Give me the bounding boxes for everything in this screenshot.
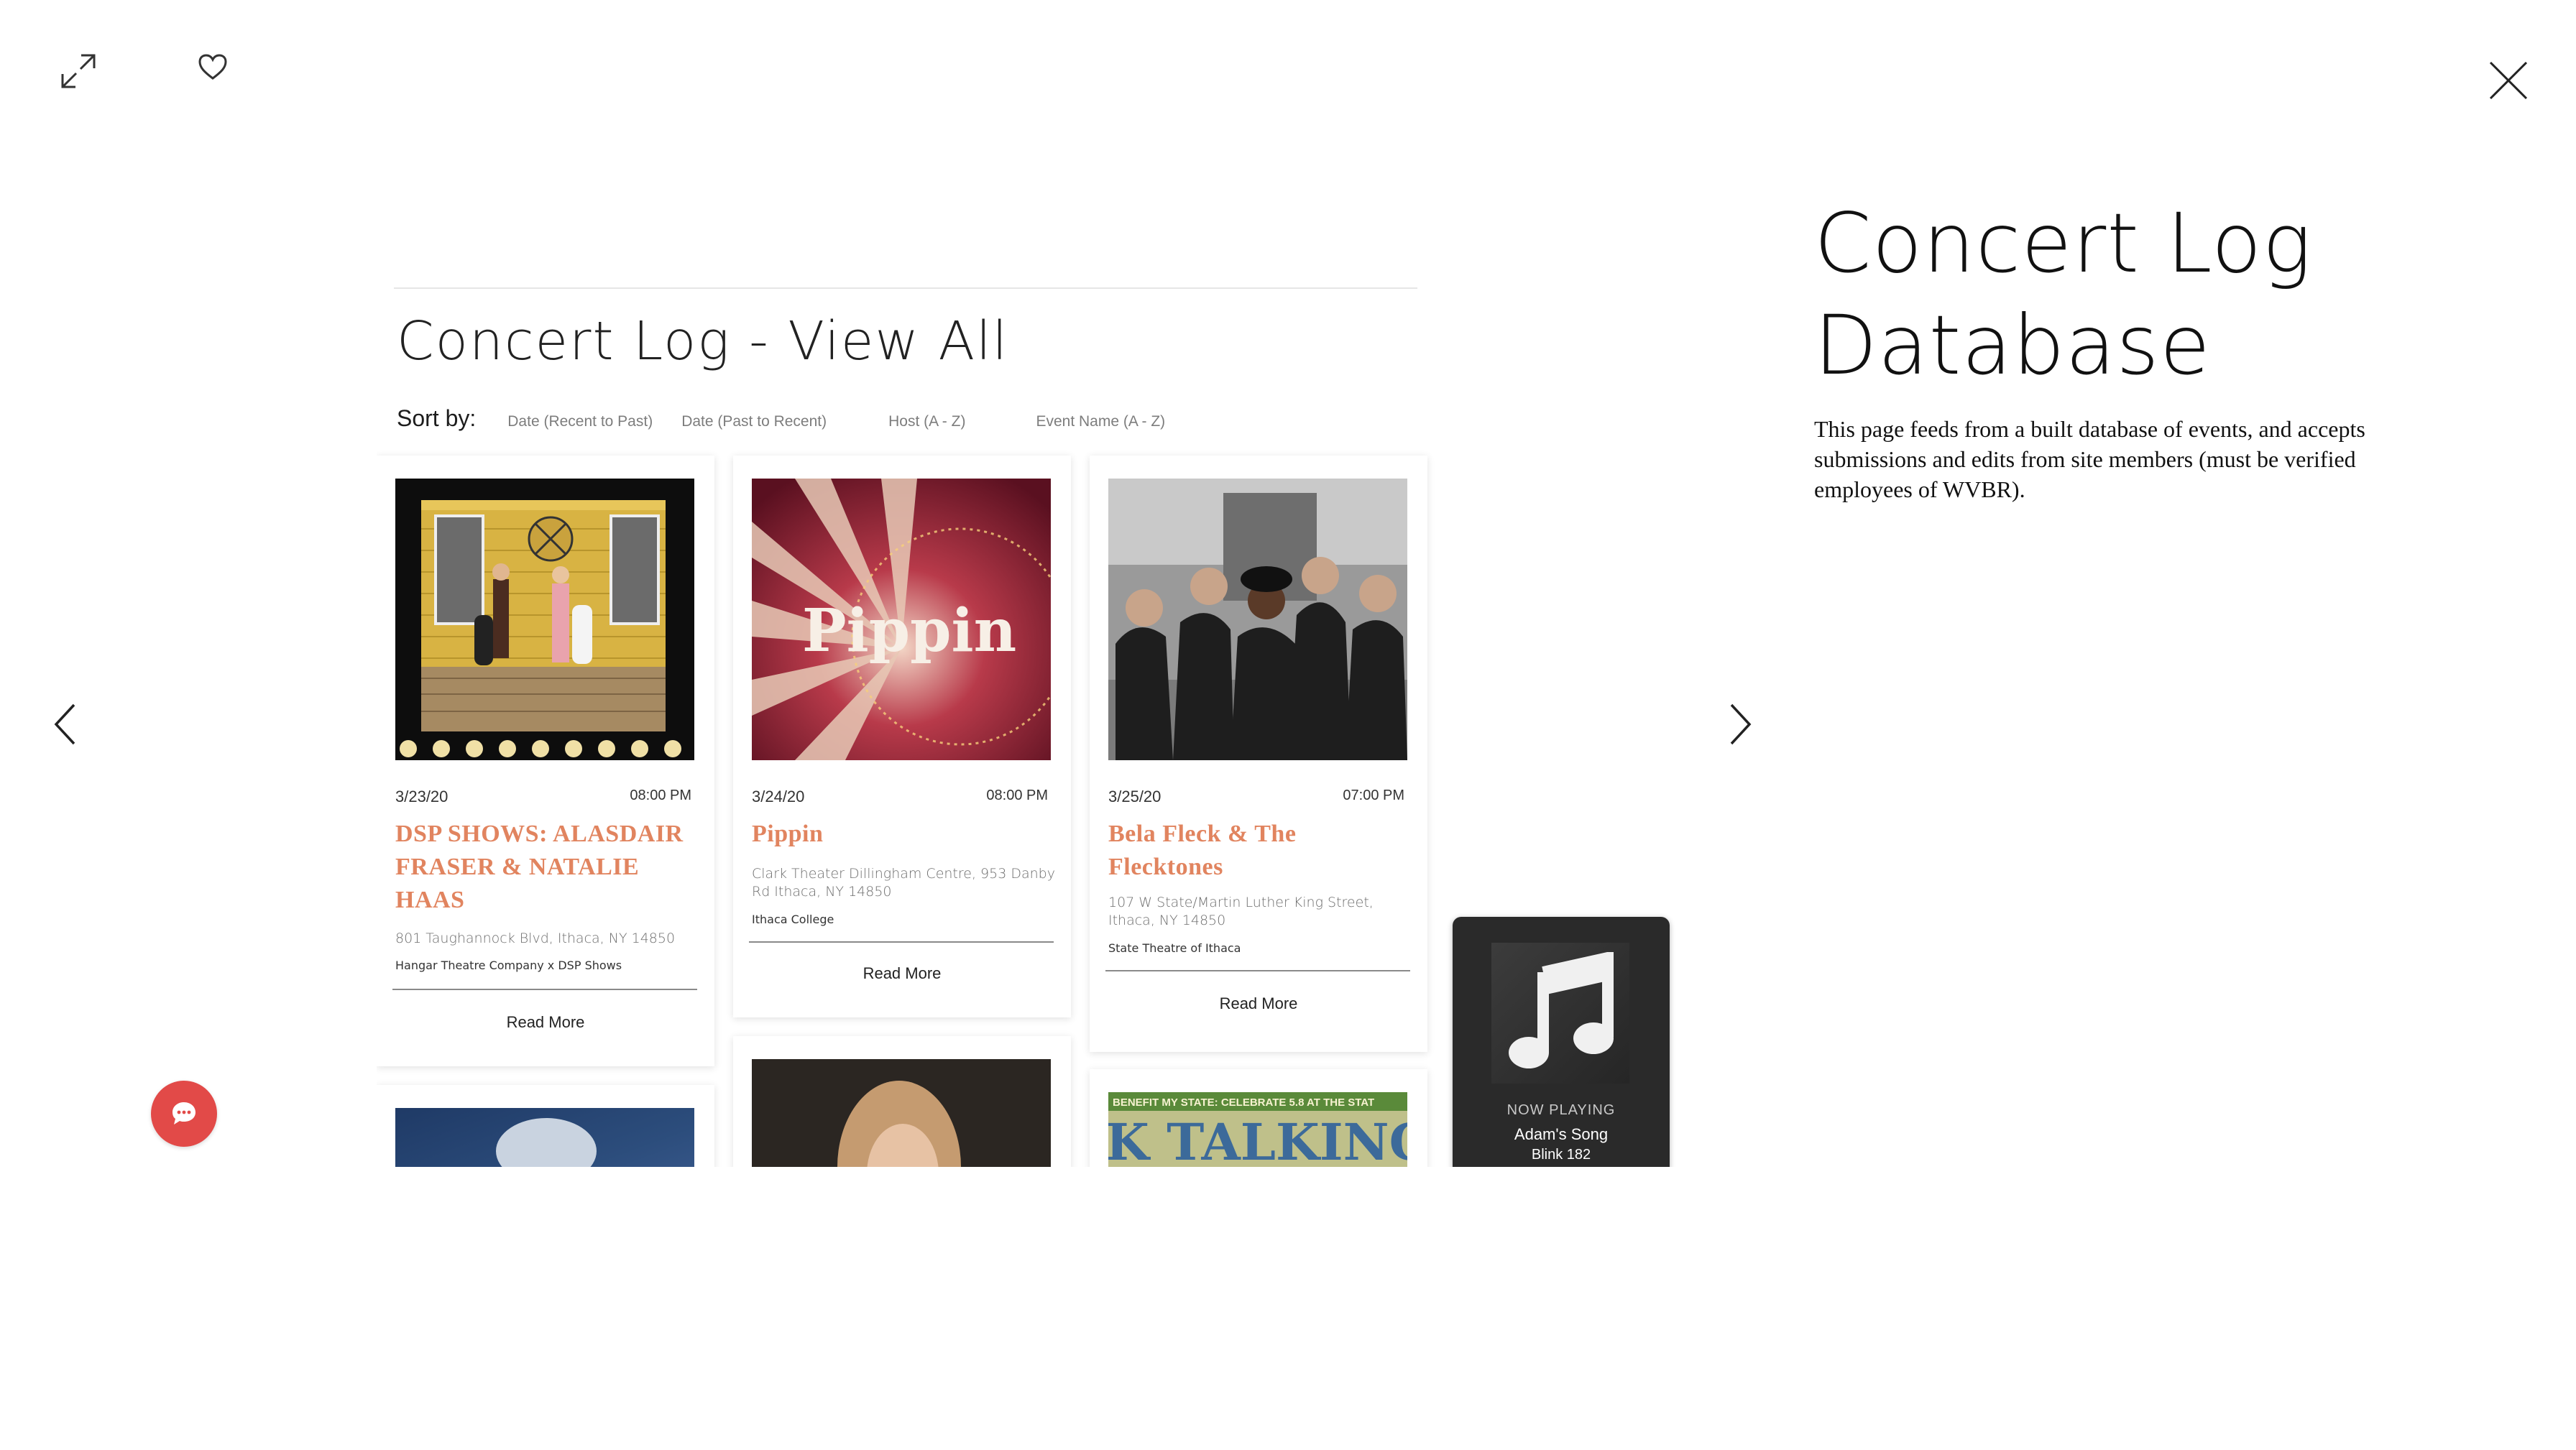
page-title: Concert Log Database — [1814, 195, 2312, 393]
sort-label: Sort by: — [397, 405, 477, 431]
event-address: Clark Theater Dillingham Centre, 953 Dan… — [752, 865, 1061, 901]
event-card[interactable] — [733, 1036, 1071, 1167]
chat-icon — [172, 1102, 196, 1125]
event-address-line: Clark Theater Dillingham Centre, 953 Dan… — [752, 866, 1055, 882]
event-date: 3/24/20 — [752, 788, 805, 805]
top-divider — [394, 287, 1417, 289]
event-image — [395, 479, 694, 760]
event-address-line: Ithaca, NY 14850 — [1108, 913, 1226, 928]
event-title-line: HAAS — [395, 887, 465, 913]
event-image — [1108, 479, 1407, 760]
card-divider — [749, 941, 1054, 943]
event-time: 08:00 PM — [986, 788, 1048, 803]
view-all-title: Concert Log - View All — [397, 310, 1009, 372]
close-icon — [2489, 61, 2528, 100]
page-description: This page feeds from a built database of… — [1814, 416, 2365, 502]
event-image: BENEFIT MY STATE: CELEBRATE 5.8 AT THE S… — [1108, 1092, 1407, 1167]
song-artist: Blink 182 — [1531, 1147, 1591, 1163]
card-divider — [1105, 970, 1410, 971]
favorite-button[interactable] — [193, 49, 233, 85]
event-title[interactable]: Bela Fleck & The Flecktones — [1108, 818, 1417, 884]
banner-headline: K TALKING E — [1108, 1112, 1407, 1167]
event-image: Pippin — [752, 479, 1051, 760]
read-more-link[interactable]: Read More — [733, 964, 1071, 983]
event-date: 3/23/20 — [395, 788, 448, 805]
event-title-line: Bela Fleck & The — [1108, 821, 1297, 847]
album-art — [1491, 943, 1629, 1084]
event-address-line: Rd Ithaca, NY 14850 — [752, 884, 892, 900]
event-title-line: DSP SHOWS: ALASDAIR — [395, 821, 684, 847]
event-card[interactable]: 3/23/20 08:00 PM DSP SHOWS: ALASDAIR FRA… — [377, 456, 714, 1066]
heart-icon — [198, 54, 227, 80]
sort-bar: Sort by: Date (Recent to Past) Date (Pas… — [397, 405, 1165, 432]
event-host: State Theatre of Ithaca — [1108, 941, 1241, 955]
card-divider — [392, 989, 697, 990]
chevron-right-icon — [1730, 703, 1752, 745]
pippin-logo-text: Pippin — [802, 596, 1016, 665]
event-address-line: 801 Taughannock Blvd, Ithaca, NY 14850 — [395, 931, 676, 946]
sort-option-host[interactable]: Host (A - Z) — [888, 413, 965, 430]
banner-caption: BENEFIT MY STATE: CELEBRATE 5.8 AT THE S… — [1113, 1096, 1374, 1109]
close-button[interactable] — [2484, 56, 2533, 105]
event-image — [752, 1059, 1051, 1167]
now-playing-widget[interactable]: NOW PLAYING Adam's Song Blink 182 — [1453, 917, 1670, 1167]
event-title[interactable]: DSP SHOWS: ALASDAIR FRASER & NATALIE HAA… — [395, 818, 704, 917]
event-host: Ithaca College — [752, 913, 834, 926]
read-more-link[interactable]: Read More — [377, 1013, 714, 1032]
read-more-link[interactable]: Read More — [1090, 994, 1427, 1013]
event-title-line: Flecktones — [1108, 854, 1223, 880]
expand-icon — [61, 54, 96, 88]
event-address: 107 W State/Martin Luther King Street, I… — [1108, 894, 1417, 930]
event-address: 801 Taughannock Blvd, Ithaca, NY 14850 — [395, 930, 704, 948]
expand-button[interactable] — [55, 47, 102, 95]
event-time: 08:00 PM — [630, 788, 691, 803]
sort-option-event-name[interactable]: Event Name (A - Z) — [1036, 413, 1165, 430]
event-time: 07:00 PM — [1343, 788, 1404, 803]
chevron-left-icon — [54, 703, 75, 745]
chat-button[interactable] — [151, 1081, 217, 1147]
event-image — [395, 1108, 694, 1167]
event-title-line: FRASER & NATALIE — [395, 854, 640, 880]
event-address-line: 107 W State/Martin Luther King Street, — [1108, 895, 1374, 910]
song-title: Adam's Song — [1514, 1125, 1609, 1143]
event-card[interactable]: Pippin 3/24/20 08:00 PM Pippin Clark The… — [733, 456, 1071, 1017]
sort-option-recent-to-past[interactable]: Date (Recent to Past) — [507, 413, 653, 430]
event-card[interactable] — [377, 1085, 714, 1167]
gallery-image: Concert Log - View All Sort by: Date (Re… — [377, 282, 1685, 1167]
event-title-line: Pippin — [752, 821, 824, 847]
previous-button[interactable] — [47, 698, 82, 750]
event-card[interactable]: BENEFIT MY STATE: CELEBRATE 5.8 AT THE S… — [1090, 1069, 1427, 1167]
now-playing-label: NOW PLAYING — [1506, 1102, 1616, 1118]
event-card[interactable]: 3/25/20 07:00 PM Bela Fleck & The Fleckt… — [1090, 456, 1427, 1052]
event-host: Hangar Theatre Company x DSP Shows — [395, 959, 622, 972]
sort-option-past-to-recent[interactable]: Date (Past to Recent) — [681, 413, 827, 430]
event-date: 3/25/20 — [1108, 788, 1162, 805]
next-button[interactable] — [1724, 698, 1758, 750]
event-title[interactable]: Pippin — [752, 818, 1061, 851]
music-note-icon — [1509, 952, 1614, 1068]
